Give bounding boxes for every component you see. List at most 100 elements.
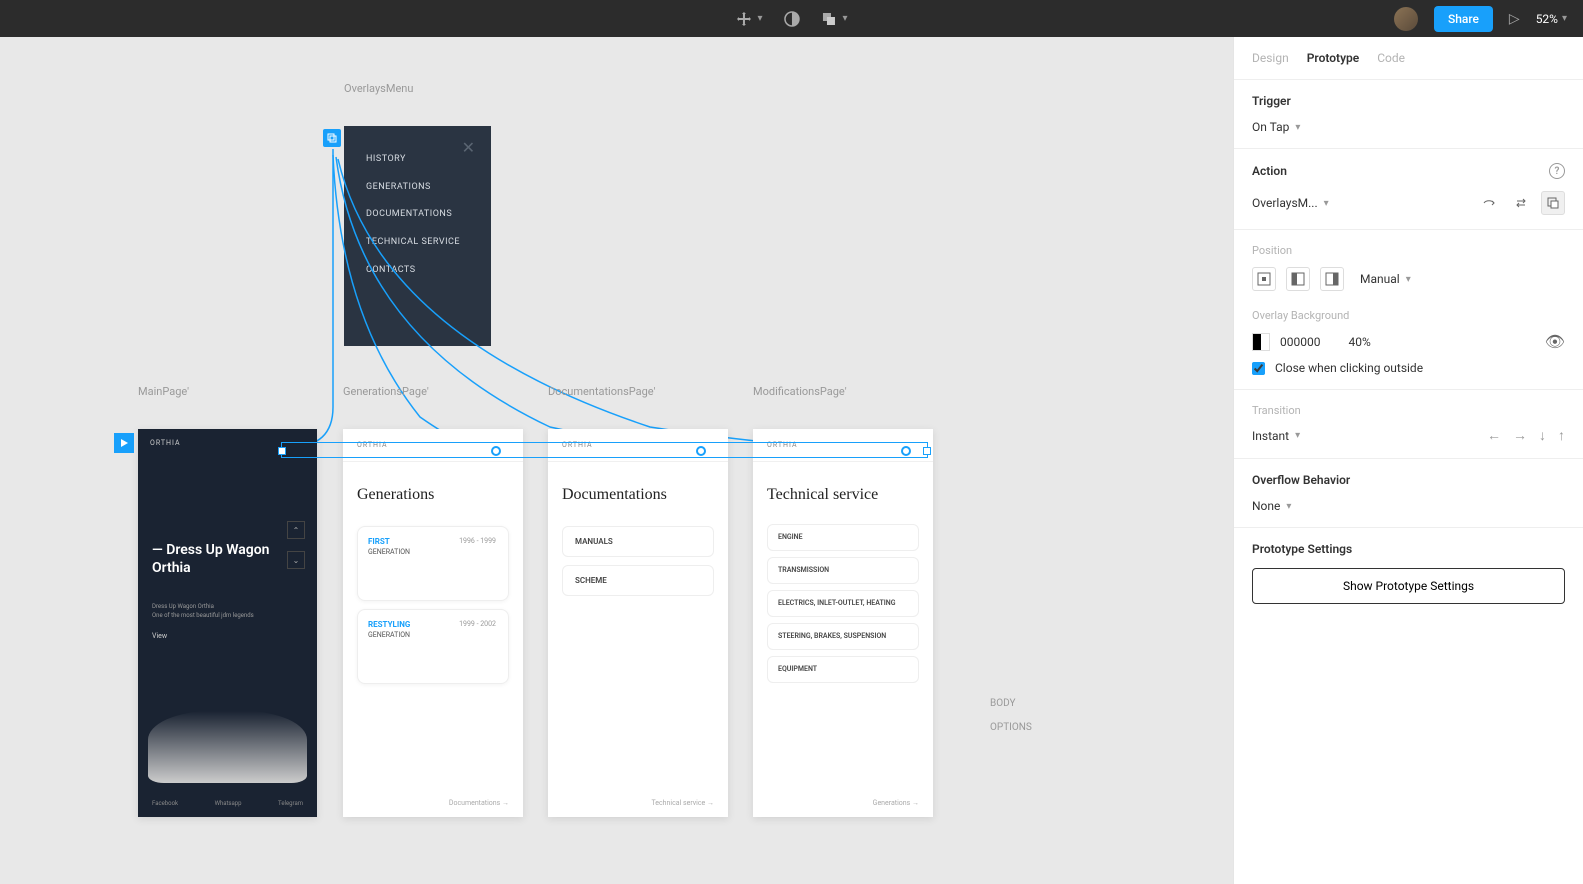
footer-links: Facebook Whatsapp Telegram (152, 800, 303, 807)
pos-left-icon[interactable] (1286, 267, 1310, 291)
show-prototype-settings-button[interactable]: Show Prototype Settings (1252, 568, 1565, 604)
canvas-area[interactable]: OverlaysMenu ✕ HISTORY GENERATIONS DOCUM… (0, 37, 1233, 884)
avatar[interactable] (1394, 7, 1418, 31)
pos-center-icon[interactable] (1252, 267, 1276, 291)
swap-icon[interactable] (1509, 191, 1533, 215)
help-icon[interactable]: ? (1549, 163, 1565, 179)
car-image (148, 711, 307, 783)
direction-arrows: ← → ↓ ↑ (1487, 427, 1565, 444)
tab-prototype[interactable]: Prototype (1307, 51, 1360, 65)
action-section: Action ? OverlaysM...▾ (1234, 149, 1583, 230)
connection-node[interactable] (696, 446, 706, 456)
tab-code[interactable]: Code (1377, 51, 1405, 65)
close-outside-checkbox[interactable]: Close when clicking outside (1252, 361, 1565, 375)
toolbar-center: ▾ ▾ (735, 10, 847, 28)
color-opacity[interactable]: 40% (1348, 335, 1370, 349)
mainpage-frame[interactable]: ORTHIA ⌃ ⌄ — Dress Up Wagon Orthia Dress… (138, 429, 317, 817)
visibility-icon[interactable]: 👁 (1545, 332, 1565, 351)
mod-button[interactable]: STEERING, BRAKES, SUSPENSION (767, 623, 919, 650)
close-icon[interactable]: ✕ (462, 138, 475, 157)
connection-node[interactable] (901, 446, 911, 456)
navigate-icon[interactable] (1477, 191, 1501, 215)
footer-link[interactable]: Technical service → (651, 799, 714, 807)
inspector-tabs: Design Prototype Code (1234, 37, 1583, 80)
down-icon[interactable]: ⌄ (287, 551, 305, 569)
up-icon[interactable]: ⌃ (287, 521, 305, 539)
selection-box (281, 442, 928, 458)
overlay-options-section: Position Manual▾ Overlay Background 0000… (1234, 230, 1583, 390)
overflow-section: Overflow Behavior None▾ (1234, 459, 1583, 528)
position-label: Position (1252, 244, 1565, 257)
move-tool[interactable]: ▾ (735, 11, 762, 27)
page-title: Documentations (548, 462, 728, 518)
tab-design[interactable]: Design (1252, 51, 1289, 65)
page-title: Generations (343, 462, 523, 518)
page-title: Technical service (753, 462, 933, 518)
floating-labels: BODY OPTIONS (990, 692, 1032, 740)
action-target-dropdown[interactable]: OverlaysM...▾ (1252, 196, 1329, 210)
app-root: ▾ ▾ Share ▷ 52%▾ OverlaysMenu ✕ HISTORY … (0, 0, 1583, 884)
frame-label[interactable]: DocumentationsPage' (548, 385, 655, 398)
main-sub: Dress Up Wagon OrthiaOne of the most bea… (152, 603, 303, 620)
gen-card[interactable]: 1996 - 1999 FIRST GENERATION (357, 526, 509, 601)
footer-link[interactable]: Documentations → (449, 799, 509, 807)
connection-node[interactable] (491, 446, 501, 456)
overlay-action-icon[interactable] (1541, 191, 1565, 215)
zoom-level[interactable]: 52%▾ (1536, 12, 1567, 26)
frame-label[interactable]: MainPage' (138, 385, 189, 398)
doc-button[interactable]: SCHEME (562, 565, 714, 596)
mod-button[interactable]: EQUIPMENT (767, 656, 919, 683)
color-swatch[interactable] (1252, 333, 1270, 351)
footer-link[interactable]: Generations → (873, 799, 919, 807)
prototype-settings-title: Prototype Settings (1252, 542, 1565, 556)
documentations-frame[interactable]: ORTHIA Documentations MANUALS SCHEME Tec… (548, 429, 728, 817)
menu-item[interactable]: TECHNICAL SERVICE (366, 237, 469, 249)
menu-item[interactable]: DOCUMENTATIONS (366, 209, 469, 221)
pos-right-icon[interactable] (1320, 267, 1344, 291)
position-dropdown[interactable]: Manual▾ (1360, 272, 1411, 286)
brand-logo: ORTHIA (150, 439, 181, 447)
play-start-icon[interactable] (114, 433, 134, 453)
shapes-tool[interactable]: ▾ (821, 11, 848, 27)
action-title: Action ? (1252, 163, 1565, 179)
chevron-down-icon: ▾ (757, 13, 762, 24)
trigger-section: Trigger On Tap▾ (1234, 80, 1583, 149)
gen-card[interactable]: 1999 - 2002 RESTYLING GENERATION (357, 609, 509, 684)
transition-label: Transition (1252, 404, 1565, 417)
overlay-icon[interactable] (323, 129, 341, 147)
trigger-title: Trigger (1252, 94, 1565, 108)
prototype-settings-section: Prototype Settings Show Prototype Settin… (1234, 528, 1583, 618)
arrow-up-icon[interactable]: ↑ (1558, 427, 1565, 444)
overflow-title: Overflow Behavior (1252, 473, 1565, 487)
transition-section: Transition Instant▾ ← → ↓ ↑ (1234, 390, 1583, 459)
frame-label[interactable]: GenerationsPage' (343, 385, 429, 398)
contrast-tool[interactable] (783, 10, 801, 28)
main-title: — Dress Up Wagon Orthia (152, 541, 303, 577)
mod-button[interactable]: ELECTRICS, INLET-OUTLET, HEATING (767, 590, 919, 617)
arrow-left-icon[interactable]: ← (1487, 427, 1501, 444)
arrow-right-icon[interactable]: → (1513, 427, 1527, 444)
chevron-down-icon: ▾ (843, 13, 848, 24)
overlay-menu-frame[interactable]: ✕ HISTORY GENERATIONS DOCUMENTATIONS TEC… (344, 126, 491, 346)
frame-label[interactable]: OverlaysMenu (344, 82, 413, 95)
frame-label[interactable]: ModificationsPage' (753, 385, 847, 398)
menu-item[interactable]: GENERATIONS (366, 182, 469, 194)
menu-item[interactable]: CONTACTS (366, 265, 469, 277)
menu-item[interactable]: HISTORY (366, 154, 469, 166)
mod-button[interactable]: ENGINE (767, 524, 919, 551)
doc-button[interactable]: MANUALS (562, 526, 714, 557)
overflow-dropdown[interactable]: None▾ (1252, 499, 1565, 513)
mod-button[interactable]: TRANSMISSION (767, 557, 919, 584)
view-link[interactable]: View (152, 632, 303, 640)
checkbox[interactable] (1252, 362, 1265, 375)
modifications-frame[interactable]: ORTHIA Technical service ENGINE TRANSMIS… (753, 429, 933, 817)
transition-dropdown[interactable]: Instant▾ (1252, 429, 1300, 443)
trigger-dropdown[interactable]: On Tap▾ (1252, 120, 1565, 134)
share-button[interactable]: Share (1434, 6, 1493, 32)
play-icon[interactable]: ▷ (1509, 11, 1520, 27)
toolbar-right: Share ▷ 52%▾ (1394, 6, 1567, 32)
arrow-down-icon[interactable]: ↓ (1539, 427, 1546, 444)
overlay-bg-label: Overlay Background (1252, 309, 1565, 322)
color-hex[interactable]: 000000 (1280, 335, 1320, 349)
generations-frame[interactable]: ORTHIA Generations 1996 - 1999 FIRST GEN… (343, 429, 523, 817)
